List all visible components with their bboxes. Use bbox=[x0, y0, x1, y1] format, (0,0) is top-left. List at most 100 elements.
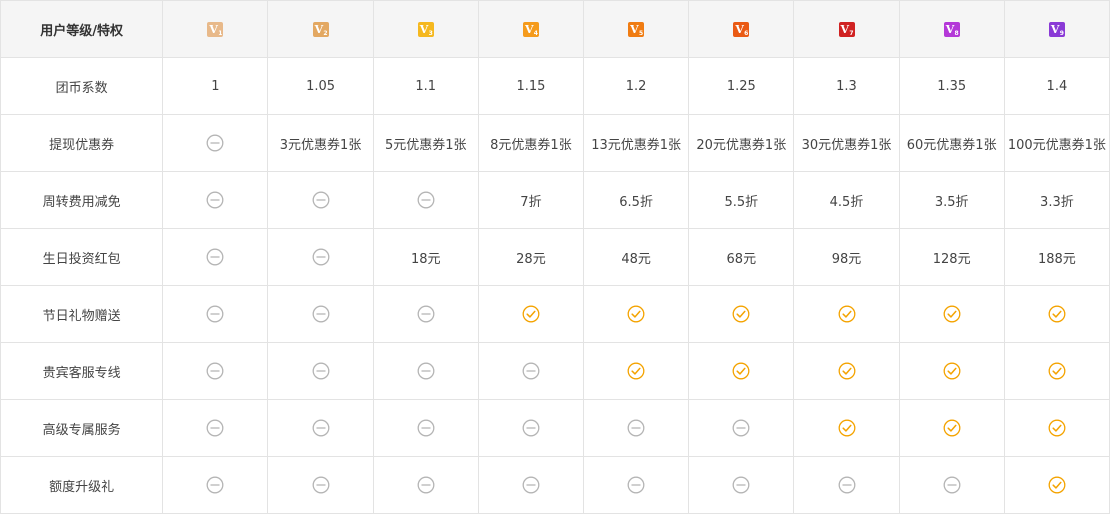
level-header-v9: V9 bbox=[1003, 0, 1110, 58]
vip-level-badge-icon: V5 bbox=[628, 21, 645, 37]
privilege-available bbox=[583, 285, 690, 343]
check-circle-icon bbox=[1048, 362, 1066, 380]
privilege-unavailable bbox=[372, 342, 479, 400]
vip-level-badge-icon: V9 bbox=[1048, 21, 1065, 37]
table-row: 高级专属服务 bbox=[0, 399, 1110, 457]
privilege-unavailable bbox=[267, 342, 374, 400]
privilege-name: 额度升级礼 bbox=[0, 456, 164, 514]
vip-badge-level-number: 5 bbox=[638, 29, 644, 37]
privilege-value: 8元优惠券1张 bbox=[477, 114, 585, 172]
privilege-value: 98元 bbox=[793, 228, 900, 286]
privilege-value: 4.5折 bbox=[793, 171, 900, 229]
vip-badge-letter: V bbox=[314, 22, 324, 36]
privilege-unavailable bbox=[267, 399, 374, 457]
privilege-value: 3.5折 bbox=[898, 171, 1005, 229]
table-row: 额度升级礼 bbox=[0, 456, 1110, 514]
vip-badge-letter: V bbox=[945, 22, 955, 36]
privilege-value: 1.4 bbox=[1003, 57, 1110, 115]
privilege-unavailable bbox=[898, 456, 1005, 514]
not-available-icon bbox=[206, 191, 224, 209]
privilege-value: 48元 bbox=[583, 228, 690, 286]
level-header-v4: V4 bbox=[477, 0, 585, 58]
privilege-value: 188元 bbox=[1003, 228, 1110, 286]
privilege-unavailable bbox=[162, 399, 269, 457]
privilege-available bbox=[1003, 285, 1110, 343]
vip-badge-letter: V bbox=[209, 22, 218, 36]
check-circle-icon bbox=[522, 305, 540, 323]
vip-badge-letter: V bbox=[735, 22, 744, 36]
not-available-icon bbox=[627, 419, 645, 437]
check-circle-icon bbox=[943, 305, 961, 323]
table-body: 团币系数 1 1.05 1.1 1.15 1.2 1.25 1.3 1.35 1.4 提现优惠券 3元… bbox=[0, 57, 1110, 514]
privilege-value: 6.5折 bbox=[583, 171, 690, 229]
vip-level-badge-icon: V6 bbox=[733, 21, 750, 37]
privilege-unavailable bbox=[477, 342, 585, 400]
check-circle-icon bbox=[732, 362, 750, 380]
not-available-icon bbox=[522, 476, 540, 494]
not-available-icon bbox=[417, 419, 435, 437]
level-header-v5: V5 bbox=[583, 0, 690, 58]
not-available-icon bbox=[312, 191, 330, 209]
not-available-icon bbox=[206, 134, 224, 152]
not-available-icon bbox=[732, 476, 750, 494]
privilege-value: 1.1 bbox=[372, 57, 479, 115]
privilege-unavailable bbox=[583, 399, 690, 457]
not-available-icon bbox=[838, 476, 856, 494]
privilege-value: 60元优惠券1张 bbox=[898, 114, 1005, 172]
vip-badge-level-number: 7 bbox=[849, 29, 854, 37]
not-available-icon bbox=[206, 305, 224, 323]
privilege-available bbox=[583, 342, 690, 400]
privilege-unavailable bbox=[583, 456, 690, 514]
table-row: 提现优惠券 3元优惠券1张 5元优惠券1张 8元优惠券1张 13元优惠券1张 20元优惠券… bbox=[0, 114, 1110, 172]
privilege-name: 团币系数 bbox=[0, 57, 164, 115]
not-available-icon bbox=[627, 476, 645, 494]
vip-badge-level-number: 1 bbox=[218, 29, 223, 37]
privilege-available bbox=[898, 342, 1005, 400]
vip-level-badge-icon: V2 bbox=[312, 21, 329, 37]
privilege-name: 周转费用减免 bbox=[0, 171, 164, 229]
not-available-icon bbox=[312, 305, 330, 323]
privilege-value: 13元优惠券1张 bbox=[583, 114, 690, 172]
privilege-unavailable bbox=[162, 456, 269, 514]
vip-badge-level-number: 2 bbox=[323, 29, 328, 37]
check-circle-icon bbox=[627, 362, 645, 380]
privilege-unavailable bbox=[793, 456, 900, 514]
vip-badge-letter: V bbox=[630, 22, 639, 36]
table-row: 贵宾客服专线 bbox=[0, 342, 1110, 400]
not-available-icon bbox=[943, 476, 961, 494]
privilege-value: 3.3折 bbox=[1003, 171, 1110, 229]
check-circle-icon bbox=[627, 305, 645, 323]
vip-badge-level-number: 8 bbox=[954, 29, 959, 37]
privilege-value: 5元优惠券1张 bbox=[372, 114, 479, 172]
level-header-v2: V2 bbox=[267, 0, 374, 58]
not-available-icon bbox=[522, 419, 540, 437]
check-circle-icon bbox=[943, 362, 961, 380]
not-available-icon bbox=[312, 476, 330, 494]
privilege-unavailable bbox=[162, 114, 269, 172]
vip-level-badge-icon: V3 bbox=[417, 21, 434, 37]
not-available-icon bbox=[417, 191, 435, 209]
privilege-value: 128元 bbox=[898, 228, 1005, 286]
check-circle-icon bbox=[838, 305, 856, 323]
level-header-v7: V7 bbox=[793, 0, 900, 58]
vip-badge-letter: V bbox=[524, 22, 534, 36]
vip-level-badge-icon: V4 bbox=[522, 21, 539, 37]
privilege-value: 1 bbox=[162, 57, 269, 115]
privilege-unavailable bbox=[162, 171, 269, 229]
vip-badge-letter: V bbox=[840, 22, 850, 36]
not-available-icon bbox=[312, 362, 330, 380]
privilege-name: 贵宾客服专线 bbox=[0, 342, 164, 400]
privilege-unavailable bbox=[477, 456, 585, 514]
level-header-v1: V1 bbox=[162, 0, 269, 58]
privilege-unavailable bbox=[162, 342, 269, 400]
privilege-value: 28元 bbox=[477, 228, 585, 286]
privilege-unavailable bbox=[688, 399, 795, 457]
privilege-unavailable bbox=[372, 171, 479, 229]
not-available-icon bbox=[206, 476, 224, 494]
privilege-value: 1.35 bbox=[898, 57, 1005, 115]
privilege-value: 30元优惠券1张 bbox=[793, 114, 900, 172]
privilege-available bbox=[688, 285, 795, 343]
not-available-icon bbox=[417, 305, 435, 323]
not-available-icon bbox=[312, 248, 330, 266]
level-header-v8: V8 bbox=[898, 0, 1005, 58]
